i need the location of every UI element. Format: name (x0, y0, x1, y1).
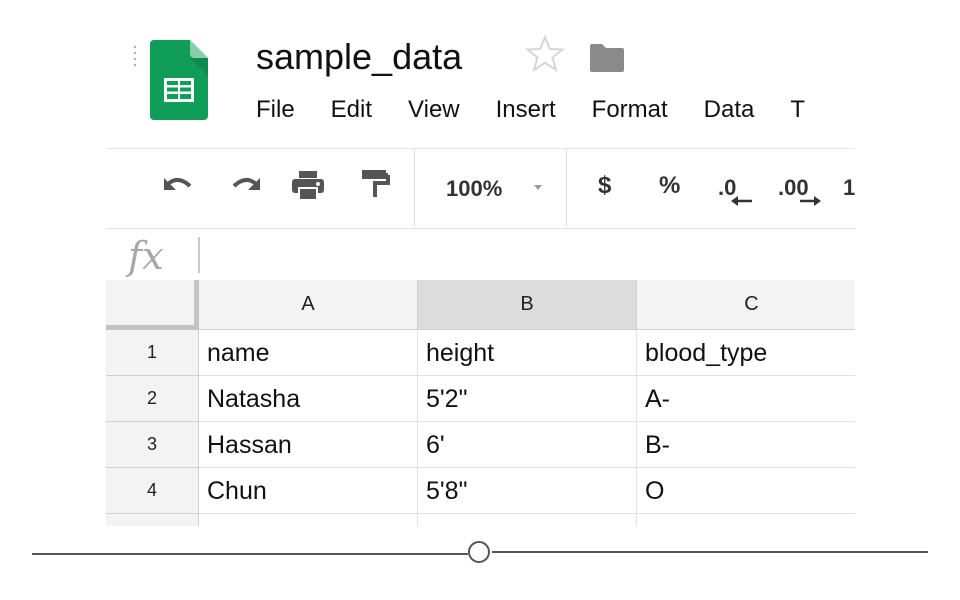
cell-c3[interactable]: B- (637, 422, 855, 468)
menu-view[interactable]: View (408, 96, 460, 126)
row-header-3[interactable]: 3 (106, 422, 199, 468)
sheet-viewport: 100% $ % .0 .00 1 fx A B C 1 name height… (106, 148, 855, 526)
cell-b3[interactable]: 6' (418, 422, 637, 468)
cell-c4[interactable]: O (637, 468, 855, 514)
cell-b4[interactable]: 5'8" (418, 468, 637, 514)
cell-b2[interactable]: 5'2" (418, 376, 637, 422)
undo-icon[interactable] (160, 169, 196, 205)
formula-bar: fx (106, 228, 855, 281)
column-header-a[interactable]: A (199, 280, 418, 330)
print-icon[interactable] (290, 168, 326, 204)
cell-a2[interactable]: Natasha (199, 376, 418, 422)
toolbar: 100% $ % .0 .00 1 (106, 148, 855, 229)
star-icon[interactable] (525, 34, 565, 74)
decrease-decimal-button[interactable]: .0 (718, 171, 758, 211)
menu-edit[interactable]: Edit (331, 96, 372, 126)
column-header-c[interactable]: C (637, 280, 855, 330)
format-percent-button[interactable]: % (659, 172, 680, 200)
more-formats-button[interactable]: 1 (843, 175, 855, 201)
cell-c2[interactable]: A- (637, 376, 855, 422)
select-all-corner[interactable] (106, 280, 199, 330)
row-header-1[interactable]: 1 (106, 330, 199, 376)
slider-track-right (492, 551, 928, 553)
slider-handle[interactable] (468, 541, 490, 563)
row-header-4[interactable]: 4 (106, 468, 199, 514)
menu-file[interactable]: File (256, 96, 295, 126)
redo-icon[interactable] (228, 169, 264, 205)
folder-icon[interactable] (588, 42, 626, 74)
arrow-left-icon (731, 196, 752, 206)
arrow-right-icon (800, 196, 821, 206)
formula-divider (198, 237, 200, 273)
row-header-5[interactable] (106, 514, 199, 526)
menu-bar: File Edit View Insert Format Data T (256, 96, 841, 126)
slider-track-left (32, 553, 468, 555)
cell-b5[interactable] (418, 514, 637, 526)
menu-data[interactable]: Data (704, 96, 755, 126)
fx-icon: fx (128, 234, 164, 278)
cell-b1[interactable]: height (418, 330, 637, 376)
cell-a1[interactable]: name (199, 330, 418, 376)
sheets-logo-icon[interactable] (150, 40, 208, 120)
cell-a4[interactable]: Chun (199, 468, 418, 514)
zoom-select[interactable]: 100% (446, 176, 502, 202)
increase-decimal-button[interactable]: .00 (778, 171, 826, 211)
menu-tools[interactable]: T (790, 96, 805, 126)
row-header-2[interactable]: 2 (106, 376, 199, 422)
drag-handle[interactable] (133, 44, 137, 70)
format-currency-button[interactable]: $ (598, 172, 611, 200)
column-header-b[interactable]: B (418, 280, 637, 330)
menu-format[interactable]: Format (592, 96, 668, 126)
document-title[interactable]: sample_data (256, 36, 462, 78)
cell-a3[interactable]: Hassan (199, 422, 418, 468)
chevron-down-icon[interactable] (534, 185, 542, 190)
paint-format-icon[interactable] (358, 167, 394, 203)
cell-c5[interactable] (637, 514, 855, 526)
formula-input[interactable] (206, 233, 846, 277)
spreadsheet-grid: A B C 1 name height blood_type 2 Natasha… (106, 280, 855, 526)
cell-a5[interactable] (199, 514, 418, 526)
cell-c1[interactable]: blood_type (637, 330, 855, 376)
menu-insert[interactable]: Insert (496, 96, 556, 126)
